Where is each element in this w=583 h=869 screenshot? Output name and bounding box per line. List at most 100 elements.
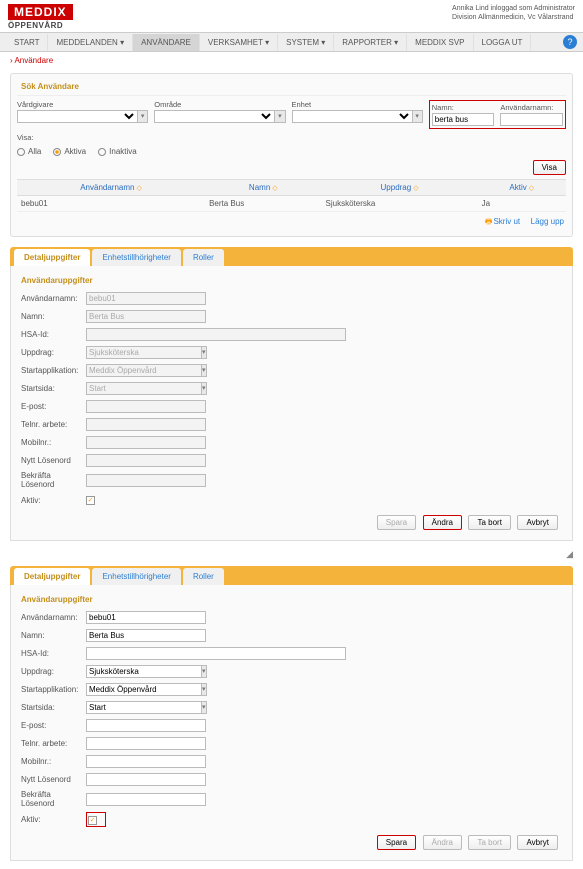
select-omrade[interactable] bbox=[154, 110, 275, 123]
tab-detaljuppgifter[interactable]: Detaljuppgifter bbox=[14, 249, 90, 266]
spara-button[interactable]: Spara bbox=[377, 515, 416, 530]
radio-inaktiva[interactable]: Inaktiva bbox=[98, 147, 137, 156]
checkbox-aktiv[interactable]: ✓ bbox=[88, 816, 97, 825]
col-aktiv[interactable]: Aktiv◇ bbox=[478, 180, 566, 196]
input-hsa[interactable] bbox=[86, 647, 346, 660]
radio-aktiva[interactable]: Aktiva bbox=[53, 147, 86, 156]
cell-aktiv: Ja bbox=[478, 196, 566, 212]
select-enhet[interactable] bbox=[292, 110, 413, 123]
help-icon[interactable]: ? bbox=[563, 35, 577, 49]
print-link[interactable]: 🖶Skriv ut bbox=[485, 217, 520, 226]
select-startsida[interactable] bbox=[86, 701, 202, 714]
nav-system[interactable]: SYSTEM ▾ bbox=[278, 34, 334, 51]
input-anv[interactable] bbox=[86, 611, 206, 624]
select-startapp[interactable] bbox=[86, 364, 202, 377]
label-enhet: Enhet bbox=[292, 100, 423, 109]
nav-verksamhet[interactable]: VERKSAMHET ▾ bbox=[200, 34, 278, 51]
form-subtitle: Användaruppgifter bbox=[21, 591, 562, 610]
tab-roller[interactable]: Roller bbox=[183, 568, 224, 585]
select-vardgivare[interactable] bbox=[17, 110, 138, 123]
label-tel: Telnr. arbete: bbox=[21, 739, 86, 748]
andra-button[interactable]: Ändra bbox=[423, 515, 462, 530]
input-nyttlosen[interactable] bbox=[86, 773, 206, 786]
add-link[interactable]: Lägg upp bbox=[531, 217, 564, 226]
label-uppdrag: Uppdrag: bbox=[21, 348, 86, 357]
select-uppdrag[interactable] bbox=[86, 346, 202, 359]
input-namn[interactable] bbox=[86, 629, 206, 642]
label-mobil: Mobilnr.: bbox=[21, 438, 86, 447]
chevron-down-icon: ▾ bbox=[265, 38, 269, 47]
input-mobil[interactable] bbox=[86, 436, 206, 449]
label-uppdrag: Uppdrag: bbox=[21, 667, 86, 676]
input-mobil[interactable] bbox=[86, 755, 206, 768]
tab-detaljuppgifter[interactable]: Detaljuppgifter bbox=[14, 568, 90, 585]
radio-alla[interactable]: Alla bbox=[17, 147, 41, 156]
form-panel-1: Användaruppgifter Användarnamn: Namn: HS… bbox=[10, 266, 573, 541]
select-uppdrag[interactable] bbox=[86, 665, 202, 678]
input-nyttlosen[interactable] bbox=[86, 454, 206, 467]
tabs-bar-1: Detaljuppgifter Enhetstillhörigheter Rol… bbox=[10, 247, 573, 266]
main-nav: START MEDDELANDEN ▾ ANVÄNDARE VERKSAMHET… bbox=[0, 32, 583, 52]
select-startapp[interactable] bbox=[86, 683, 202, 696]
sort-icon: ◇ bbox=[272, 185, 277, 192]
label-epost: E-post: bbox=[21, 402, 86, 411]
tab-roller[interactable]: Roller bbox=[183, 249, 224, 266]
tab-enhet[interactable]: Enhetstillhörigheter bbox=[92, 568, 180, 585]
label-tel: Telnr. arbete: bbox=[21, 420, 86, 429]
input-tel[interactable] bbox=[86, 737, 206, 750]
chevron-down-icon: ▾ bbox=[202, 364, 207, 377]
input-anvandarnamn[interactable] bbox=[500, 113, 563, 126]
radio-icon bbox=[17, 148, 25, 156]
label-aktiv: Aktiv: bbox=[21, 815, 86, 824]
table-row[interactable]: bebu01 Berta Bus Sjuksköterska Ja bbox=[17, 196, 566, 212]
cell-anv: bebu01 bbox=[17, 196, 205, 212]
input-bekrafta[interactable] bbox=[86, 474, 206, 487]
radio-icon bbox=[53, 148, 61, 156]
nav-logout[interactable]: LOGGA UT bbox=[474, 34, 532, 51]
label-nyttlosen: Nytt Lösenord bbox=[21, 775, 86, 784]
label-startsida: Startsida: bbox=[21, 703, 86, 712]
input-tel[interactable] bbox=[86, 418, 206, 431]
andra-button[interactable]: Ändra bbox=[423, 835, 462, 850]
search-panel: Sök Användare Vårdgivare ▾ Område ▾ Enhe… bbox=[10, 73, 573, 237]
avbryt-button[interactable]: Avbryt bbox=[517, 835, 558, 850]
input-bekrafta[interactable] bbox=[86, 793, 206, 806]
breadcrumb: › Användare bbox=[0, 52, 583, 69]
chevron-down-icon: ▾ bbox=[413, 110, 423, 123]
cell-uppdrag: Sjuksköterska bbox=[322, 196, 478, 212]
logo: MEDDIX ÖPPENVÅRD bbox=[8, 4, 73, 30]
col-namn[interactable]: Namn◇ bbox=[205, 180, 321, 196]
cell-namn: Berta Bus bbox=[205, 196, 321, 212]
sort-icon: ◇ bbox=[136, 185, 141, 192]
select-startsida[interactable] bbox=[86, 382, 202, 395]
spara-button[interactable]: Spara bbox=[377, 835, 416, 850]
col-anvandarnamn[interactable]: Användarnamn◇ bbox=[17, 180, 205, 196]
nav-start[interactable]: START bbox=[6, 34, 48, 51]
input-hsa[interactable] bbox=[86, 328, 346, 341]
radio-icon bbox=[98, 148, 106, 156]
tab-enhet[interactable]: Enhetstillhörigheter bbox=[92, 249, 180, 266]
checkbox-aktiv[interactable]: ✓ bbox=[86, 496, 95, 505]
label-nyttlosen: Nytt Lösenord bbox=[21, 456, 86, 465]
input-namn[interactable] bbox=[432, 113, 495, 126]
label-startapp: Startapplikation: bbox=[21, 366, 86, 375]
label-namn: Namn: bbox=[21, 631, 86, 640]
label-hsa: HSA-Id: bbox=[21, 330, 86, 339]
input-epost[interactable] bbox=[86, 400, 206, 413]
input-anv[interactable] bbox=[86, 292, 206, 305]
nav-anvandare[interactable]: ANVÄNDARE bbox=[133, 34, 200, 51]
label-vardgivare: Vårdgivare bbox=[17, 100, 148, 109]
input-epost[interactable] bbox=[86, 719, 206, 732]
label-namn: Namn: bbox=[21, 312, 86, 321]
tabort-button[interactable]: Ta bort bbox=[468, 515, 510, 530]
avbryt-button[interactable]: Avbryt bbox=[517, 515, 558, 530]
visa-button[interactable]: Visa bbox=[533, 160, 566, 175]
input-namn[interactable] bbox=[86, 310, 206, 323]
col-uppdrag[interactable]: Uppdrag◇ bbox=[322, 180, 478, 196]
nav-meddelanden[interactable]: MEDDELANDEN ▾ bbox=[48, 34, 133, 51]
tabort-button[interactable]: Ta bort bbox=[468, 835, 510, 850]
label-startsida: Startsida: bbox=[21, 384, 86, 393]
nav-rapporter[interactable]: RAPPORTER ▾ bbox=[334, 34, 407, 51]
form-subtitle: Användaruppgifter bbox=[21, 272, 562, 291]
nav-svp[interactable]: MEDDIX SVP bbox=[407, 34, 473, 51]
